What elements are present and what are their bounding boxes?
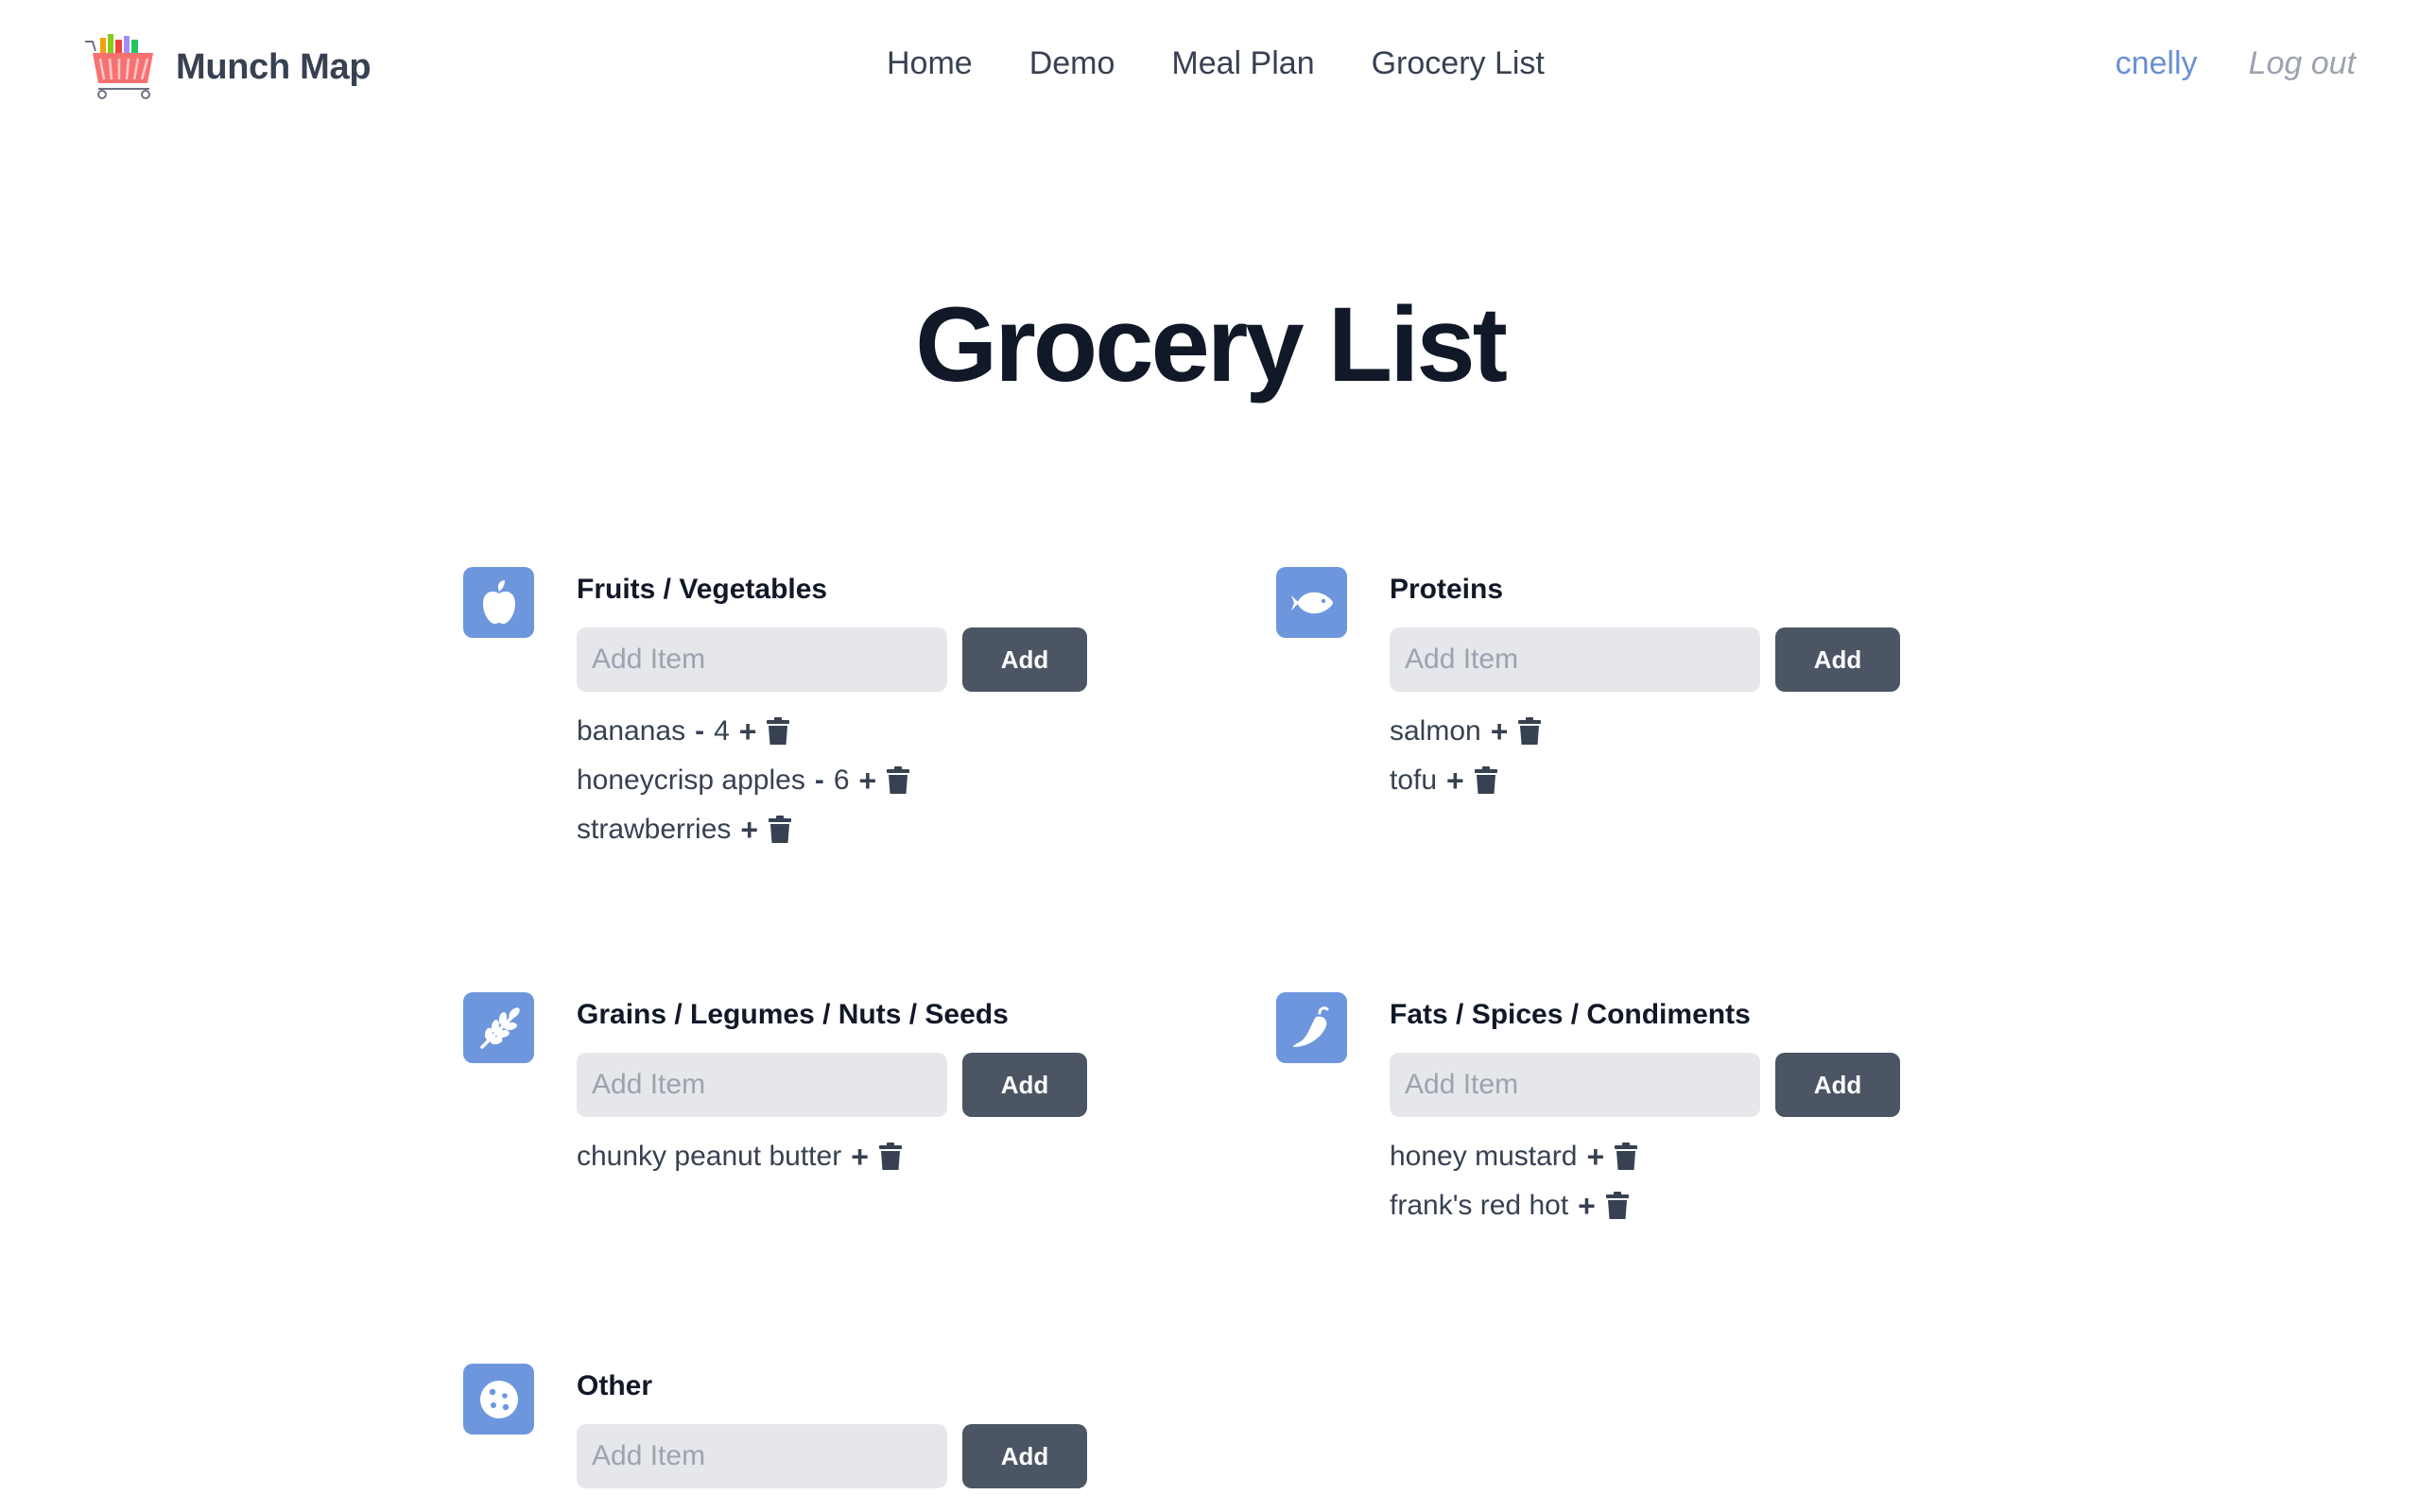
add-item-button[interactable]: Add — [962, 1424, 1087, 1488]
item-name: bananas — [577, 715, 686, 747]
item-quantity-separator: - — [695, 715, 705, 747]
trash-icon[interactable] — [1614, 1143, 1638, 1171]
increment-button[interactable]: + — [740, 813, 758, 848]
category-icon-tile — [463, 1364, 534, 1435]
item-list: chunky peanut butter + — [577, 1132, 1219, 1181]
category-icon-tile — [1276, 992, 1347, 1063]
trash-icon[interactable] — [1517, 717, 1542, 746]
main-nav: Home Demo Meal Plan Grocery List — [887, 45, 1545, 82]
category-title: Grains / Legumes / Nuts / Seeds — [577, 999, 1009, 1030]
add-item-input[interactable] — [577, 627, 947, 692]
list-item: honeycrisp apples - 6 + — [577, 756, 1219, 805]
increment-button[interactable]: + — [851, 1140, 869, 1175]
brand-name: Munch Map — [176, 46, 372, 87]
logout-link[interactable]: Log out — [2249, 45, 2356, 82]
fish-icon — [1290, 592, 1333, 613]
add-item-form: Add — [1390, 1053, 2032, 1117]
nav-link-grocery-list[interactable]: Grocery List — [1372, 45, 1545, 82]
item-name: tofu — [1390, 765, 1438, 796]
item-name: salmon — [1390, 715, 1481, 747]
wheat-icon — [479, 1006, 520, 1049]
trash-icon[interactable] — [1474, 766, 1498, 795]
nav-link-demo[interactable]: Demo — [1029, 45, 1115, 82]
item-quantity: 6 — [833, 765, 850, 796]
trash-icon[interactable] — [878, 1143, 903, 1171]
cookie-icon — [479, 1380, 518, 1418]
trash-icon[interactable] — [768, 816, 792, 844]
list-item: frank's red hot + — [1390, 1181, 2032, 1230]
trash-icon[interactable] — [886, 766, 910, 795]
item-name: frank's red hot — [1390, 1190, 1569, 1221]
category-icon-tile — [1276, 567, 1347, 638]
increment-button[interactable]: + — [859, 764, 877, 799]
apple-icon — [482, 579, 515, 624]
add-item-button[interactable]: Add — [962, 627, 1087, 692]
list-item: salmon + — [1390, 707, 2032, 756]
nav-link-home[interactable]: Home — [887, 45, 973, 82]
category-title: Fruits / Vegetables — [577, 574, 828, 605]
category-title: Proteins — [1390, 574, 1504, 605]
item-name: honey mustard — [1390, 1141, 1578, 1172]
list-item: tofu + — [1390, 756, 2032, 805]
add-item-form: Add — [577, 627, 1219, 692]
add-item-input[interactable] — [1390, 1053, 1760, 1117]
trash-icon[interactable] — [766, 717, 790, 746]
item-quantity: 4 — [714, 715, 730, 747]
category-icon-tile — [463, 992, 534, 1063]
increment-button[interactable]: + — [1578, 1189, 1596, 1224]
category-title: Other — [577, 1370, 653, 1401]
increment-button[interactable]: + — [1586, 1140, 1604, 1175]
add-item-input[interactable] — [577, 1424, 947, 1488]
category-title: Fats / Spices / Condiments — [1390, 999, 1751, 1030]
increment-button[interactable]: + — [1491, 714, 1509, 749]
page-title: Grocery List — [915, 285, 1508, 404]
category-icon-tile — [463, 567, 534, 638]
add-item-button[interactable]: Add — [1775, 1053, 1900, 1117]
list-item: chunky peanut butter + — [577, 1132, 1219, 1181]
add-item-button[interactable]: Add — [1775, 627, 1900, 692]
add-item-button[interactable]: Add — [962, 1053, 1087, 1117]
item-name: honeycrisp apples — [577, 765, 805, 796]
add-item-input[interactable] — [577, 1053, 947, 1117]
increment-button[interactable]: + — [739, 714, 757, 749]
item-name: strawberries — [577, 814, 732, 845]
item-quantity-separator: - — [814, 765, 824, 796]
add-item-form: Add — [577, 1424, 1219, 1488]
trash-icon[interactable] — [1605, 1192, 1630, 1220]
pepper-icon — [1292, 1005, 1328, 1047]
nav-link-meal-plan[interactable]: Meal Plan — [1171, 45, 1314, 82]
item-list: honey mustard + frank's red hot + — [1390, 1132, 2032, 1230]
username-link[interactable]: cnelly — [2116, 45, 2198, 82]
brand-link[interactable]: Munch Map — [81, 28, 372, 106]
add-item-form: Add — [1390, 627, 2032, 692]
item-list: bananas - 4 + honeycrisp apples - 6 + st… — [577, 707, 1219, 854]
increment-button[interactable]: + — [1446, 764, 1464, 799]
list-item: bananas - 4 + — [577, 707, 1219, 756]
list-item: strawberries + — [577, 805, 1219, 854]
user-area: cnelly Log out — [2116, 45, 2356, 82]
site-header: Munch Map Home Demo Meal Plan Grocery Li… — [0, 0, 2420, 137]
add-item-input[interactable] — [1390, 627, 1760, 692]
item-name: chunky peanut butter — [577, 1141, 842, 1172]
shopping-cart-logo-icon — [85, 34, 153, 99]
item-list: salmon + tofu + — [1390, 707, 2032, 805]
add-item-form: Add — [577, 1053, 1219, 1117]
list-item: honey mustard + — [1390, 1132, 2032, 1181]
